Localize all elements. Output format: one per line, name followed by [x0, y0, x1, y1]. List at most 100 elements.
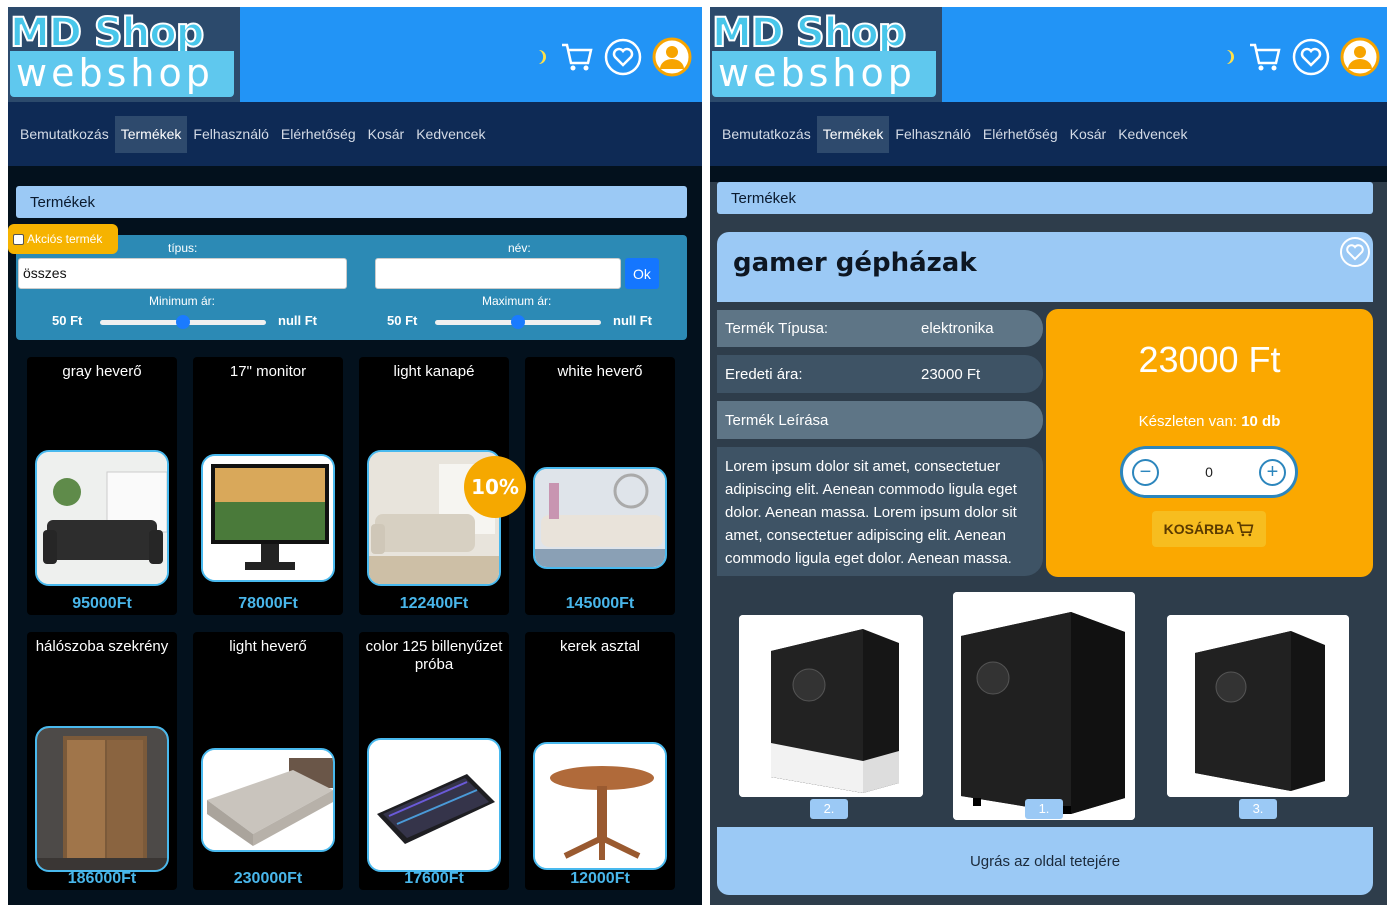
- product-card[interactable]: color 125 billenyűzet próba 17600Ft: [359, 632, 509, 890]
- product-price: 230000Ft: [233, 870, 303, 887]
- breadcrumb: Termékek: [16, 186, 687, 218]
- cart-icon: [1237, 521, 1254, 537]
- product-type-row: Termék Típusa: elektronika: [717, 310, 1043, 347]
- user-icon[interactable]: [1340, 37, 1380, 77]
- product-name: 17" monitor: [229, 363, 307, 380]
- max-slider-high: null Ft: [613, 313, 652, 328]
- heart-icon[interactable]: [1292, 38, 1330, 76]
- type-label: típus:: [168, 241, 198, 255]
- ok-button[interactable]: Ok: [625, 258, 659, 289]
- sale-filter-checkbox[interactable]: Akciós termék: [8, 224, 118, 254]
- plus-icon[interactable]: +: [1259, 459, 1286, 486]
- main-nav: Bemutatkozás Termékek Felhasználó Elérhe…: [8, 102, 702, 166]
- min-price-slider[interactable]: [100, 315, 266, 329]
- sale-filter-label: Akciós termék: [27, 232, 103, 246]
- moon-icon[interactable]: [1224, 47, 1238, 67]
- stock-info: Készleten van: 10 db: [1138, 413, 1281, 430]
- sofa-image[interactable]: [35, 450, 169, 586]
- table-image[interactable]: [533, 742, 667, 870]
- product-card[interactable]: gray heverő 95000Ft: [27, 357, 177, 615]
- gallery-index-2[interactable]: 2.: [810, 799, 848, 819]
- nav-item-bemutatkozas[interactable]: Bemutatkozás: [716, 116, 817, 153]
- product-price: 17600Ft: [404, 870, 464, 887]
- name-label: név:: [508, 241, 531, 255]
- original-price-row: Eredeti ára: 23000 Ft: [717, 355, 1043, 393]
- min-slider-high: null Ft: [278, 313, 317, 328]
- logo[interactable]: MD Shop webshop: [8, 7, 240, 102]
- product-card[interactable]: white heverő 145000Ft: [525, 357, 675, 615]
- product-price: 95000Ft: [72, 595, 132, 612]
- monitor-image[interactable]: [201, 454, 335, 582]
- keyboard-image[interactable]: [367, 738, 501, 872]
- product-list-window: MD Shop webshop Bemutatkozás Termékek Fe…: [8, 7, 702, 905]
- checkbox-icon[interactable]: [13, 233, 24, 245]
- slider-thumb[interactable]: [176, 315, 190, 329]
- min-price-label: Minimum ár:: [149, 294, 216, 308]
- product-name: white heverő: [557, 363, 643, 380]
- purchase-box: 23000 Ft Készleten van: 10 db − 0 + KOSÁ…: [1046, 309, 1373, 577]
- user-icon[interactable]: [652, 37, 692, 77]
- max-price-slider[interactable]: [435, 315, 601, 329]
- back-to-top-link[interactable]: Ugrás az oldal tetejére: [717, 827, 1373, 895]
- heart-icon[interactable]: [604, 38, 642, 76]
- product-name: kerek asztal: [559, 638, 641, 655]
- product-card[interactable]: light heverő 230000Ft: [193, 632, 343, 890]
- discount-badge: 10%: [464, 456, 526, 518]
- product-title: gamer gépházak: [733, 248, 977, 278]
- product-price: 78000Ft: [238, 595, 298, 612]
- gallery-index-3[interactable]: 3.: [1239, 799, 1277, 819]
- cart-icon[interactable]: [560, 40, 594, 74]
- add-to-cart-button[interactable]: KOSÁRBA: [1152, 511, 1266, 547]
- product-name: gray heverő: [62, 363, 142, 380]
- product-card[interactable]: hálószoba szekrény 186000Ft: [27, 632, 177, 890]
- favorite-heart-icon[interactable]: [1339, 236, 1371, 268]
- gallery-image-2[interactable]: [739, 615, 923, 797]
- type-label: Termék Típusa:: [725, 320, 829, 337]
- product-card[interactable]: 17" monitor 78000Ft: [193, 357, 343, 615]
- type-select[interactable]: összes: [18, 258, 347, 289]
- original-price-label: Eredeti ára:: [725, 365, 803, 383]
- header-bar: MD Shop webshop: [8, 7, 702, 102]
- nav-item-elerhetoseg[interactable]: Elérhetőség: [275, 116, 362, 153]
- product-description: Lorem ipsum dolor sit amet, consectetuer…: [717, 447, 1043, 576]
- main-nav: Bemutatkozás Termékek Felhasználó Elérhe…: [710, 102, 1387, 166]
- nav-item-felhasznalo[interactable]: Felhasználó: [889, 116, 977, 153]
- nav-item-termekek[interactable]: Termékek: [816, 115, 890, 153]
- nav-item-elerhetoseg[interactable]: Elérhetőség: [977, 116, 1064, 153]
- product-name: light kanapé: [393, 363, 475, 380]
- nav-item-felhasznalo[interactable]: Felhasználó: [187, 116, 275, 153]
- product-card[interactable]: kerek asztal 12000Ft: [525, 632, 675, 890]
- max-price-label: Maximum ár:: [482, 294, 552, 308]
- slider-thumb[interactable]: [511, 315, 525, 329]
- max-slider-low: 50 Ft: [387, 313, 418, 328]
- logo[interactable]: MD Shop webshop: [710, 7, 942, 102]
- name-input[interactable]: [375, 258, 621, 289]
- nav-item-bemutatkozas[interactable]: Bemutatkozás: [14, 116, 115, 153]
- min-slider-low: 50 Ft: [52, 313, 83, 328]
- nav-item-kedvencek[interactable]: Kedvencek: [1112, 116, 1193, 153]
- original-price-value: 23000 Ft: [921, 365, 981, 383]
- product-name: color 125 billenyűzet próba: [365, 638, 503, 673]
- gallery-image-3[interactable]: [1167, 615, 1349, 797]
- nav-item-kosar[interactable]: Kosár: [1064, 116, 1113, 153]
- product-name: hálószoba szekrény: [35, 638, 169, 655]
- type-value: elektronika: [921, 320, 994, 337]
- wardrobe-image[interactable]: [35, 726, 169, 872]
- gallery-image-1[interactable]: [953, 592, 1135, 820]
- breadcrumb: Termékek: [717, 182, 1373, 214]
- nav-item-kedvencek[interactable]: Kedvencek: [410, 116, 491, 153]
- nav-item-termekek[interactable]: Termékek: [114, 115, 188, 153]
- sofa-image[interactable]: [533, 467, 667, 569]
- header-bar: MD Shop webshop: [710, 7, 1387, 102]
- bed-image[interactable]: [201, 748, 335, 852]
- nav-item-kosar[interactable]: Kosár: [362, 116, 411, 153]
- description-label: Termék Leírása: [725, 411, 829, 429]
- product-price: 186000Ft: [67, 870, 137, 887]
- gallery-index-1[interactable]: 1.: [1025, 799, 1063, 819]
- moon-icon[interactable]: [536, 47, 550, 67]
- cart-icon[interactable]: [1248, 40, 1282, 74]
- product-price: 122400Ft: [399, 595, 469, 612]
- stock-value: 10 db: [1241, 413, 1281, 430]
- add-to-cart-label: KOSÁRBA: [1163, 521, 1235, 537]
- product-title-bar: gamer gépházak: [717, 232, 1373, 302]
